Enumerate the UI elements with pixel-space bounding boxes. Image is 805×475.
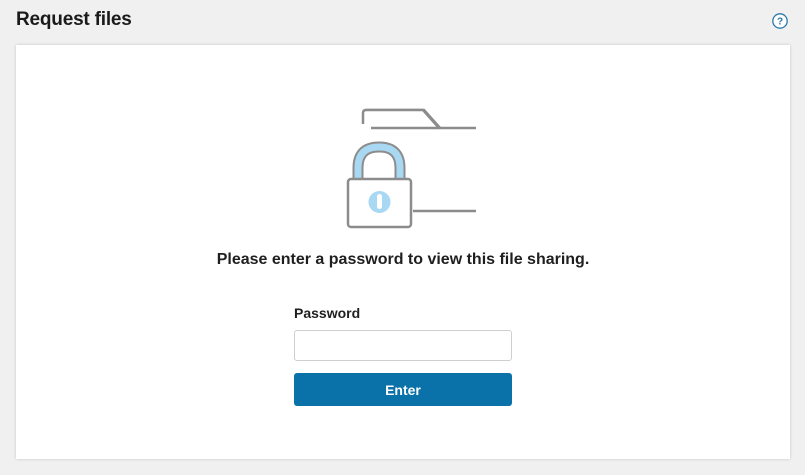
password-panel: Please enter a password to view this fil…: [16, 45, 790, 459]
svg-text:?: ?: [777, 17, 783, 28]
password-prompt-message: Please enter a password to view this fil…: [216, 251, 590, 268]
help-icon[interactable]: ?: [772, 13, 788, 29]
password-label: Password: [294, 305, 361, 321]
page-title: Request files: [16, 9, 132, 30]
password-input[interactable]: [294, 330, 512, 361]
page-header: Request files ?: [0, 0, 805, 44]
locked-folder-icon: [346, 108, 476, 229]
enter-button[interactable]: Enter: [294, 373, 512, 406]
